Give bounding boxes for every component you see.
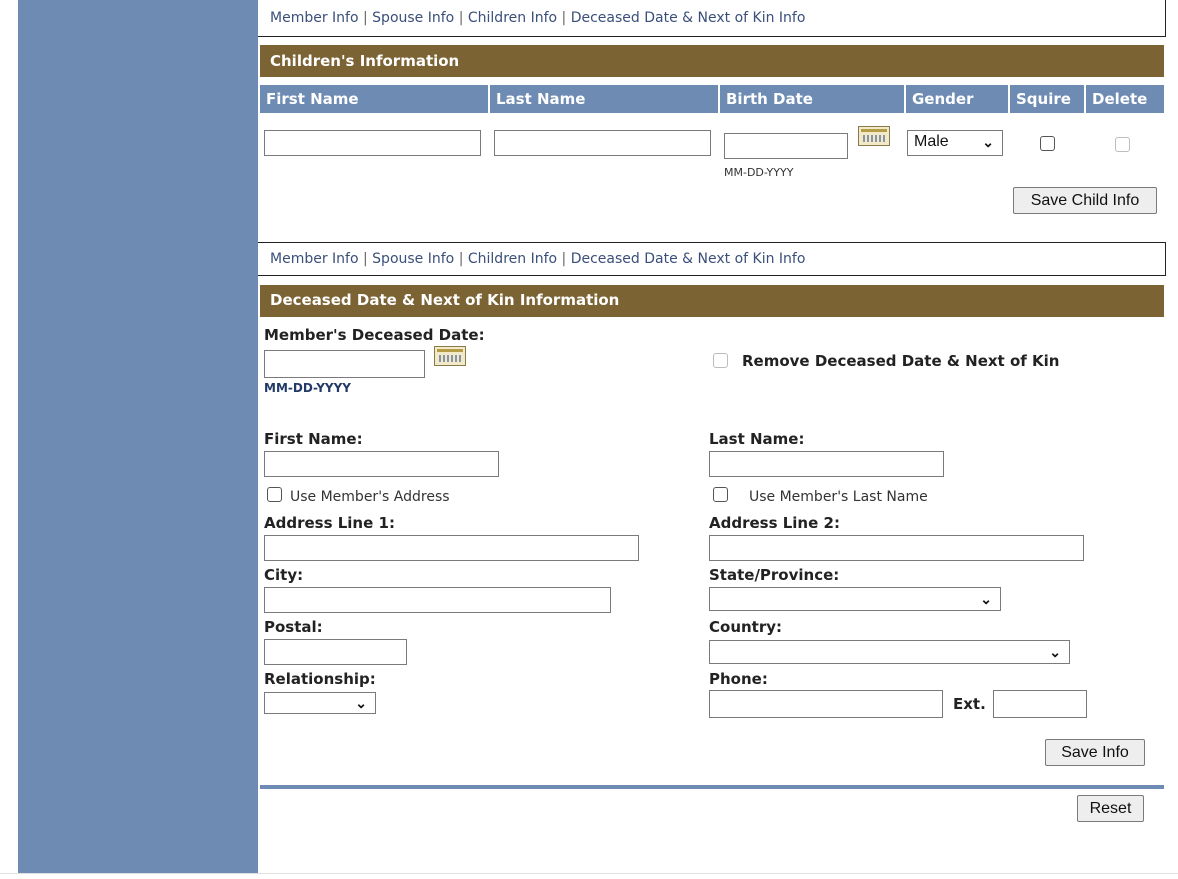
state-province-label: State/Province: [709, 566, 840, 584]
deceased-date-input[interactable] [264, 350, 425, 378]
nav-separator: | [561, 10, 571, 26]
nav-deceased-info[interactable]: Deceased Date & Next of Kin Info [571, 10, 806, 26]
kin-first-name-input[interactable] [264, 451, 499, 477]
phone-input[interactable] [709, 690, 943, 718]
deceased-section-title: Deceased Date & Next of Kin Information [260, 285, 1164, 317]
child-delete-checkbox[interactable] [1115, 137, 1130, 152]
col-divider [488, 85, 490, 113]
save-info-button[interactable]: Save Info [1045, 739, 1145, 766]
col-first-name: First Name [266, 90, 359, 108]
chevron-down-icon: ⌄ [982, 134, 994, 150]
remove-deceased-label: Remove Deceased Date & Next of Kin [742, 352, 1060, 370]
nav-spouse-info[interactable]: Spouse Info [372, 10, 454, 26]
col-divider [1008, 85, 1010, 113]
col-squire: Squire [1016, 90, 1071, 108]
nav-separator: | [363, 251, 373, 267]
kin-first-name-label: First Name: [264, 430, 363, 448]
section-nav-top: Member Info | Spouse Info | Children Inf… [258, 0, 1166, 37]
address-line-1-input[interactable] [264, 535, 639, 561]
nav-member-info[interactable]: Member Info [270, 10, 359, 26]
use-member-last-name-label: Use Member's Last Name [749, 489, 928, 505]
child-first-name-input[interactable] [264, 130, 481, 156]
kin-last-name-label: Last Name: [709, 430, 805, 448]
calendar-icon[interactable] [858, 126, 890, 146]
phone-ext-input[interactable] [993, 690, 1087, 718]
chevron-down-icon: ⌄ [355, 695, 367, 711]
phone-label: Phone: [709, 670, 768, 688]
nav-spouse-info[interactable]: Spouse Info [372, 251, 454, 267]
birth-date-format-hint: MM-DD-YYYY [724, 166, 794, 179]
use-member-address-checkbox[interactable] [267, 487, 282, 502]
left-sidebar [18, 0, 258, 873]
section-divider [260, 785, 1164, 789]
relationship-label: Relationship: [264, 670, 376, 688]
save-child-info-button[interactable]: Save Child Info [1013, 187, 1157, 214]
deceased-date-label: Member's Deceased Date: [264, 326, 485, 344]
state-province-select[interactable]: ⌄ [709, 587, 1001, 611]
col-delete: Delete [1092, 90, 1148, 108]
relationship-select[interactable]: ⌄ [264, 692, 376, 714]
nav-separator: | [458, 251, 468, 267]
col-divider [904, 85, 906, 113]
col-last-name: Last Name [496, 90, 586, 108]
col-birth-date: Birth Date [726, 90, 813, 108]
address-line-2-label: Address Line 2: [709, 514, 840, 532]
col-divider [1084, 85, 1086, 113]
section-nav-bottom: Member Info | Spouse Info | Children Inf… [258, 242, 1166, 276]
children-column-header-row: First Name Last Name Birth Date Gender S… [260, 85, 1164, 113]
nav-separator: | [458, 10, 468, 26]
nav-children-info[interactable]: Children Info [468, 251, 557, 267]
address-line-1-label: Address Line 1: [264, 514, 395, 532]
bottom-divider [0, 873, 1178, 874]
chevron-down-icon: ⌄ [980, 591, 992, 607]
deceased-date-format-hint: MM-DD-YYYY [264, 381, 351, 395]
kin-last-name-input[interactable] [709, 451, 944, 477]
child-last-name-input[interactable] [494, 130, 711, 156]
child-birth-date-input[interactable] [724, 133, 848, 159]
city-label: City: [264, 566, 304, 584]
postal-input[interactable] [264, 639, 407, 665]
children-section-title: Children's Information [260, 45, 1164, 77]
phone-ext-label: Ext. [953, 695, 986, 713]
address-line-2-input[interactable] [709, 535, 1084, 561]
remove-deceased-checkbox[interactable] [713, 353, 728, 368]
postal-label: Postal: [264, 618, 323, 636]
chevron-down-icon: ⌄ [1049, 644, 1061, 660]
city-input[interactable] [264, 587, 611, 613]
calendar-icon[interactable] [434, 346, 466, 366]
nav-separator: | [561, 251, 571, 267]
nav-children-info[interactable]: Children Info [468, 10, 557, 26]
child-squire-checkbox[interactable] [1040, 136, 1055, 151]
use-member-address-label: Use Member's Address [290, 489, 450, 505]
child-gender-select[interactable]: Male ⌄ [907, 130, 1003, 156]
col-gender: Gender [912, 90, 974, 108]
nav-deceased-info[interactable]: Deceased Date & Next of Kin Info [571, 251, 806, 267]
reset-button[interactable]: Reset [1077, 795, 1144, 822]
col-divider [718, 85, 720, 113]
use-member-last-name-checkbox[interactable] [713, 487, 728, 502]
gender-selected-value: Male [914, 133, 949, 150]
country-select[interactable]: ⌄ [709, 640, 1070, 664]
nav-separator: | [363, 10, 373, 26]
country-label: Country: [709, 618, 783, 636]
nav-member-info[interactable]: Member Info [270, 251, 359, 267]
